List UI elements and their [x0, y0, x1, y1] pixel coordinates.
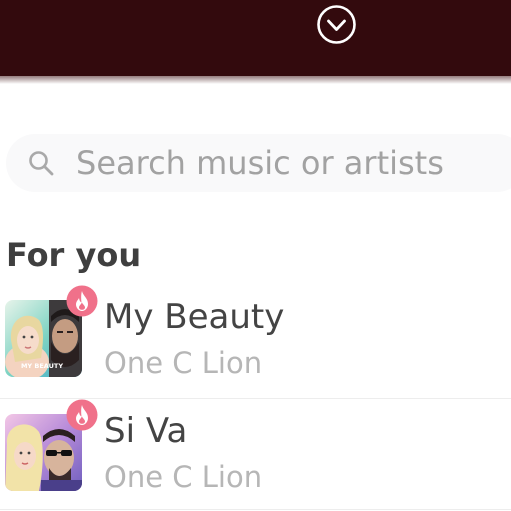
- for-you-heading: For you: [6, 236, 142, 274]
- song-title: My Beauty: [104, 297, 285, 337]
- search-input[interactable]: [76, 140, 496, 186]
- search-icon: [29, 151, 54, 176]
- song-artist: One C Lion: [104, 460, 263, 494]
- song-title: Si Va: [104, 411, 188, 451]
- collapse-button[interactable]: [316, 4, 357, 45]
- flame-icon: [66, 285, 98, 317]
- song-item[interactable]: MY BEAUTY My Beauty One C Lion: [0, 285, 511, 399]
- chevron-down-circle-icon: [317, 5, 356, 44]
- row-divider: [0, 509, 511, 510]
- search-bar[interactable]: [6, 134, 511, 192]
- song-item[interactable]: Si Va One C Lion: [0, 399, 511, 511]
- header-shadow: [0, 76, 511, 84]
- player-header: [0, 0, 511, 76]
- flame-icon: [66, 399, 98, 431]
- song-artist: One C Lion: [104, 346, 263, 380]
- music-search-screen: For you: [0, 0, 511, 511]
- cover-text: MY BEAUTY: [21, 362, 63, 370]
